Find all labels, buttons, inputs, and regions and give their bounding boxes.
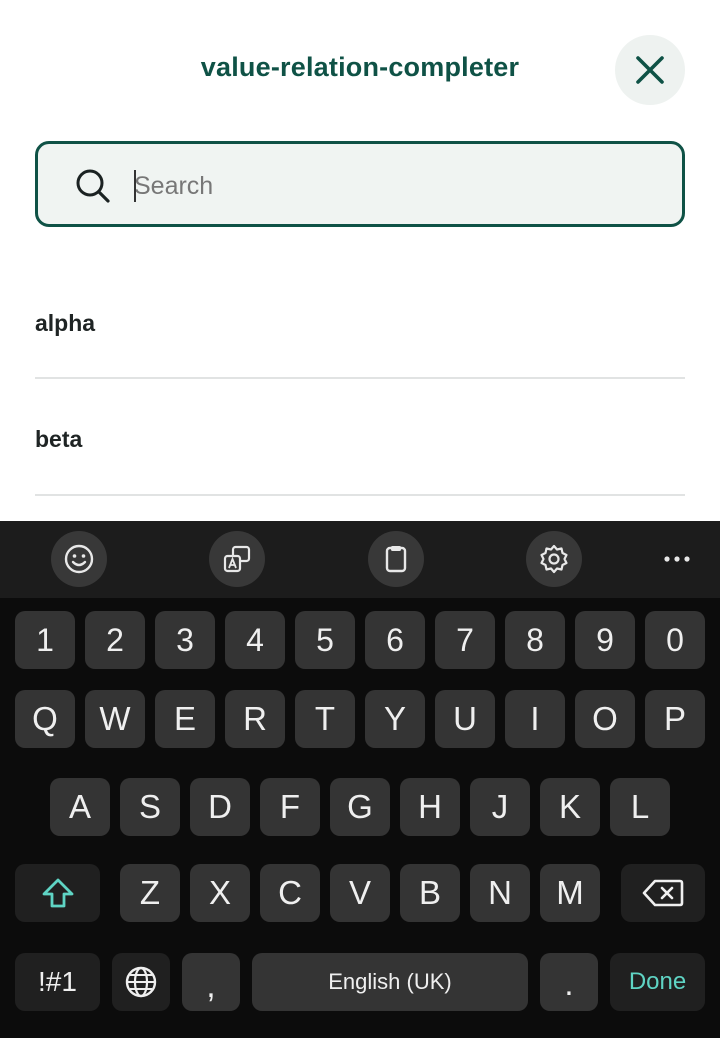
key-1[interactable]: 1 [15, 611, 75, 669]
clipboard-button[interactable] [368, 531, 424, 587]
close-icon [636, 56, 664, 84]
search-input[interactable] [134, 164, 654, 208]
key-l[interactable]: L [610, 778, 670, 836]
text-caret [134, 170, 136, 202]
comma-key[interactable]: , [182, 953, 240, 1011]
translate-button[interactable] [209, 531, 265, 587]
key-2[interactable]: 2 [85, 611, 145, 669]
shift-key[interactable] [15, 864, 100, 922]
key-j[interactable]: J [470, 778, 530, 836]
key-p[interactable]: P [645, 690, 705, 748]
key-3[interactable]: 3 [155, 611, 215, 669]
sheet-title: value-relation-completer [200, 52, 520, 82]
period-key[interactable]: . [540, 953, 598, 1011]
language-key[interactable] [112, 953, 170, 1011]
key-e[interactable]: E [155, 690, 215, 748]
key-c[interactable]: C [260, 864, 320, 922]
key-o[interactable]: O [575, 690, 635, 748]
list-item-label: alpha [35, 310, 96, 336]
list-item-label: beta [35, 426, 83, 452]
key-4[interactable]: 4 [225, 611, 285, 669]
emoji-icon [64, 544, 94, 574]
key-t[interactable]: T [295, 690, 355, 748]
key-i[interactable]: I [505, 690, 565, 748]
more-button[interactable] [652, 531, 702, 587]
backspace-icon [642, 879, 684, 907]
space-key[interactable]: English (UK) [252, 953, 528, 1011]
search-box[interactable] [35, 141, 685, 227]
key-9[interactable]: 9 [575, 611, 635, 669]
bottom-sheet: value-relation-completer alpha beta [0, 0, 720, 522]
search-icon [76, 169, 110, 203]
key-7[interactable]: 7 [435, 611, 495, 669]
globe-icon [125, 966, 157, 998]
backspace-key[interactable] [621, 864, 705, 922]
key-z[interactable]: Z [120, 864, 180, 922]
key-0[interactable]: 0 [645, 611, 705, 669]
keyboard-toolbar [0, 521, 720, 598]
soft-keyboard: 1 2 3 4 5 6 7 8 9 0 Q W E R T Y U I O P … [0, 521, 720, 1038]
key-m[interactable]: M [540, 864, 600, 922]
key-u[interactable]: U [435, 690, 495, 748]
shift-icon [42, 878, 73, 908]
clipboard-icon [385, 546, 407, 573]
more-icon [664, 556, 690, 562]
key-w[interactable]: W [85, 690, 145, 748]
list-item[interactable]: alpha [35, 263, 685, 379]
key-n[interactable]: N [470, 864, 530, 922]
key-y[interactable]: Y [365, 690, 425, 748]
key-d[interactable]: D [190, 778, 250, 836]
key-r[interactable]: R [225, 690, 285, 748]
key-5[interactable]: 5 [295, 611, 355, 669]
emoji-button[interactable] [51, 531, 107, 587]
key-v[interactable]: V [330, 864, 390, 922]
done-key[interactable]: Done [610, 953, 705, 1011]
key-a[interactable]: A [50, 778, 110, 836]
key-k[interactable]: K [540, 778, 600, 836]
key-q[interactable]: Q [15, 690, 75, 748]
key-x[interactable]: X [190, 864, 250, 922]
key-s[interactable]: S [120, 778, 180, 836]
key-g[interactable]: G [330, 778, 390, 836]
list-item[interactable]: beta [35, 380, 685, 496]
key-8[interactable]: 8 [505, 611, 565, 669]
settings-button[interactable] [526, 531, 582, 587]
key-f[interactable]: F [260, 778, 320, 836]
key-b[interactable]: B [400, 864, 460, 922]
translate-icon [223, 545, 251, 573]
symbols-key[interactable]: !#1 [15, 953, 100, 1011]
key-h[interactable]: H [400, 778, 460, 836]
settings-icon [540, 544, 568, 574]
key-6[interactable]: 6 [365, 611, 425, 669]
close-button[interactable] [615, 35, 685, 105]
